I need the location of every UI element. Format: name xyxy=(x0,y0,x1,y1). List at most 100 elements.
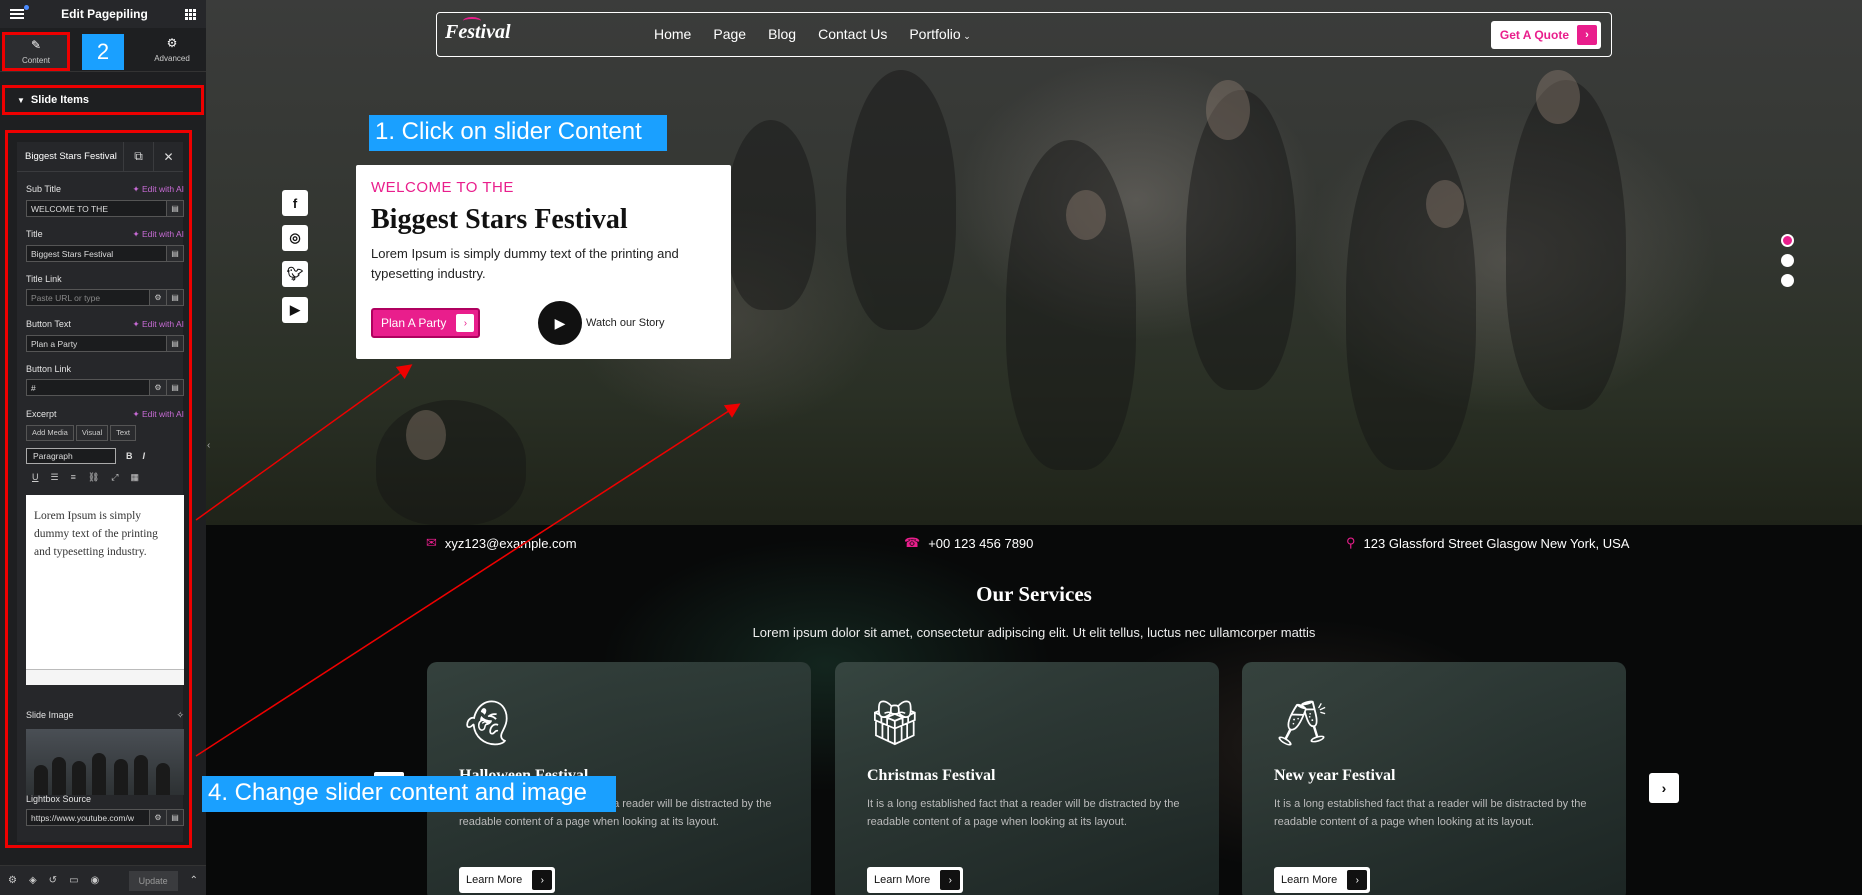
slide-dot-1[interactable] xyxy=(1781,234,1794,247)
hero-slide: Festival Home Page Blog Contact Us Portf… xyxy=(206,0,1862,525)
chevron-down-icon: ⌄ xyxy=(960,31,971,41)
annotation-step-1: 1. Click on slider Content xyxy=(369,115,667,151)
nav-page[interactable]: Page xyxy=(713,26,746,42)
chevron-up-icon[interactable]: ⌃ xyxy=(190,875,198,886)
add-media-button[interactable]: Add Media xyxy=(26,425,74,441)
fullscreen-icon[interactable]: ⤢ xyxy=(111,472,118,483)
database-icon[interactable]: ▤ xyxy=(167,245,184,262)
field-label: Title xyxy=(26,229,43,239)
excerpt-editor[interactable]: Lorem Ipsum is simply dummy text of the … xyxy=(26,495,184,685)
service-name: Christmas Festival xyxy=(867,767,996,784)
twitter-icon[interactable]: 🐦︎ xyxy=(282,261,308,287)
collapse-panel-icon[interactable]: ‹ xyxy=(207,440,210,451)
edit-with-ai-link[interactable]: ✦ Edit with AI xyxy=(132,319,184,330)
close-icon[interactable]: ✕ xyxy=(153,141,183,172)
database-icon[interactable]: ▤ xyxy=(167,200,184,217)
field-label: Sub Title xyxy=(26,184,62,194)
watch-story-link[interactable]: Watch our Story xyxy=(586,317,664,329)
bold-icon[interactable]: B xyxy=(126,451,133,461)
edit-with-ai-link[interactable]: ✦ Edit with AI xyxy=(132,409,184,420)
gear-icon[interactable]: ⚙ xyxy=(150,379,167,396)
italic-icon[interactable]: I xyxy=(143,451,146,461)
title-link-input[interactable]: Paste URL or type xyxy=(26,289,150,306)
visual-tab[interactable]: Visual xyxy=(75,425,109,441)
nav-blog[interactable]: Blog xyxy=(768,26,796,42)
chevron-right-icon: › xyxy=(1577,25,1597,45)
toolbar-toggle-icon[interactable]: ▦ xyxy=(130,472,139,483)
edit-with-ai-link[interactable]: ✦ Edit with AI xyxy=(132,229,184,240)
layers-icon[interactable]: ◈ xyxy=(29,875,37,886)
history-icon[interactable]: ↺ xyxy=(49,875,57,886)
plan-party-button[interactable]: Plan A Party › xyxy=(371,308,481,338)
field-excerpt: Excerpt ✦ Edit with AI xyxy=(26,409,184,420)
editor-footer: ⚙ ◈ ↺ ▭ ◉ Update ⌃ xyxy=(0,865,206,895)
field-label: Excerpt xyxy=(26,409,57,419)
learn-more-button[interactable]: Learn More › xyxy=(459,867,556,893)
learn-more-button[interactable]: Learn More › xyxy=(1274,867,1371,893)
database-icon[interactable]: ▤ xyxy=(167,335,184,352)
nav-portfolio[interactable]: Portfolio ⌄ xyxy=(909,26,970,42)
tab-content-label: Content xyxy=(21,56,51,65)
field-button-link: Button Link # ⚙ ▤ xyxy=(26,364,184,396)
slide-items-box: Biggest Stars Festival ⧉ ✕ Sub Title ✦ Ed… xyxy=(5,130,192,848)
number-list-icon[interactable]: ≡ xyxy=(71,472,76,483)
plan-party-label: Plan A Party xyxy=(381,316,447,330)
slide-dot-3[interactable] xyxy=(1781,274,1794,287)
nav-contact[interactable]: Contact Us xyxy=(818,26,887,42)
gear-icon[interactable]: ⚙ xyxy=(150,809,167,826)
chevron-right-icon: › xyxy=(940,870,961,890)
chevron-right-icon: › xyxy=(456,314,475,332)
item-name: Biggest Stars Festival xyxy=(25,151,117,162)
slide-excerpt: Lorem Ipsum is simply dummy text of the … xyxy=(371,246,679,281)
tab-content[interactable]: ✎ Content xyxy=(2,32,70,71)
title-input[interactable]: Biggest Stars Festival xyxy=(26,245,167,262)
database-icon[interactable]: ▤ xyxy=(167,809,184,826)
settings-icon[interactable]: ⚙ xyxy=(8,875,17,886)
editor-title: Edit Pagepiling xyxy=(61,7,148,21)
menu-icon[interactable] xyxy=(10,5,29,19)
phone-text: +00 123 456 7890 xyxy=(928,535,1034,551)
nav-home[interactable]: Home xyxy=(654,26,691,42)
widgets-grid-icon[interactable] xyxy=(184,8,196,20)
editor-tabs: ✎ Content ⚙ Advanced 2 xyxy=(0,28,206,72)
instagram-icon[interactable]: ◎ xyxy=(282,225,308,251)
learn-more-button[interactable]: Learn More › xyxy=(867,867,964,893)
phone-icon: ☎ xyxy=(904,535,921,550)
item-header[interactable]: Biggest Stars Festival ⧉ ✕ xyxy=(17,141,183,172)
button-text-input[interactable]: Plan a Party xyxy=(26,335,167,352)
youtube-icon[interactable]: ▶ xyxy=(282,297,308,323)
slide-items-section[interactable]: ▼ Slide Items xyxy=(2,85,204,115)
play-icon[interactable]: ▶ xyxy=(538,301,582,345)
slide-pagination xyxy=(1781,234,1794,294)
preview-eye-icon[interactable]: ◉ xyxy=(91,875,100,886)
slide-content-card[interactable]: WELCOME TO THE Biggest Stars Festival Lo… xyxy=(356,165,731,359)
facebook-icon[interactable]: f xyxy=(282,190,308,216)
update-button[interactable]: Update xyxy=(128,870,178,891)
button-link-input[interactable]: # xyxy=(26,379,150,396)
section-title: Slide Items xyxy=(30,94,89,106)
edit-with-ai-link[interactable]: ✦ Edit with AI xyxy=(132,184,184,195)
duplicate-icon[interactable]: ⧉ xyxy=(123,141,153,172)
database-icon[interactable]: ▤ xyxy=(167,289,184,306)
gear-icon[interactable]: ⚙ xyxy=(150,289,167,306)
paragraph-select[interactable]: Paragraph xyxy=(26,448,116,464)
slide-image-thumbnail[interactable] xyxy=(26,729,184,795)
ai-sparkle-icon[interactable]: ✧ xyxy=(176,710,184,721)
annotation-step-2: 2 xyxy=(82,34,124,70)
excerpt-text: Lorem Ipsum is simply dummy text of the … xyxy=(34,510,158,558)
database-icon[interactable]: ▤ xyxy=(167,379,184,396)
sub-title-input[interactable]: WELCOME TO THE xyxy=(26,200,167,217)
lightbox-input[interactable]: https://www.youtube.com/w xyxy=(26,809,150,826)
text-tab[interactable]: Text xyxy=(110,425,136,441)
page-preview: Festival Home Page Blog Contact Us Portf… xyxy=(206,0,1862,895)
link-icon[interactable]: ⛓ xyxy=(88,472,99,483)
next-arrow-button[interactable]: › xyxy=(1649,773,1679,803)
underline-icon[interactable]: U xyxy=(32,472,39,483)
site-logo[interactable]: Festival xyxy=(445,17,511,49)
bullet-list-icon[interactable]: ☰ xyxy=(51,472,59,483)
tab-advanced[interactable]: ⚙ Advanced xyxy=(138,28,206,71)
get-quote-button[interactable]: Get A Quote › xyxy=(1490,21,1601,49)
slide-dot-2[interactable] xyxy=(1781,254,1794,267)
responsive-icon[interactable]: ▭ xyxy=(69,875,78,886)
field-sub-title: Sub Title ✦ Edit with AI WELCOME TO THE ▤ xyxy=(26,184,184,217)
